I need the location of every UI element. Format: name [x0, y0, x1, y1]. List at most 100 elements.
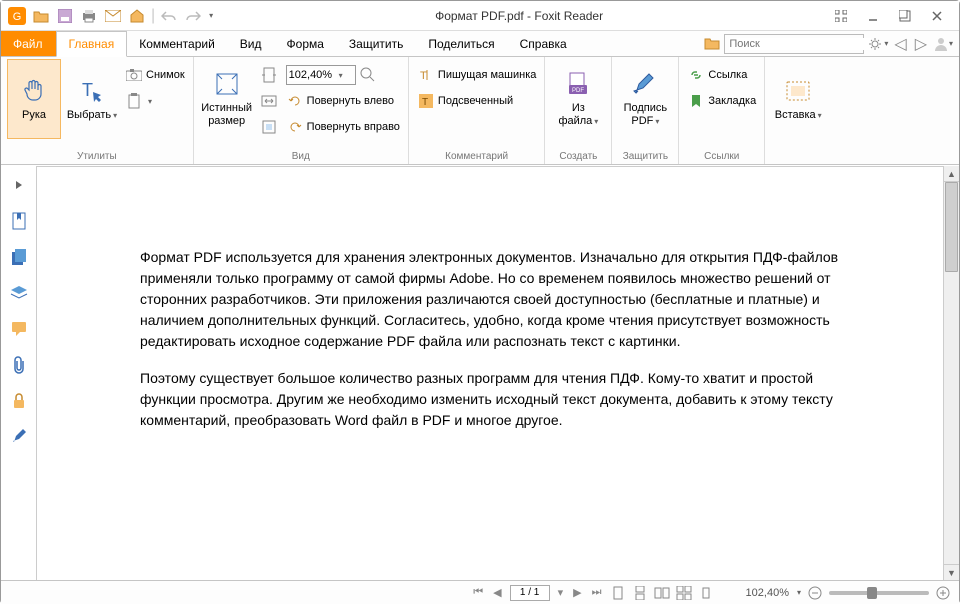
qat-dropdown-icon[interactable]: ▾ — [209, 11, 213, 20]
scroll-thumb[interactable] — [945, 182, 958, 272]
hand-tool-button[interactable]: Рука — [7, 59, 61, 139]
window-controls — [819, 6, 959, 26]
first-page-icon[interactable]: ⏮ — [471, 586, 485, 599]
fit-width-icon — [260, 92, 278, 110]
ribbon-expand-icon[interactable] — [829, 6, 853, 26]
document-area: Формат PDF используется для хранения эле… — [1, 166, 959, 580]
prev-page-icon[interactable]: ◀ — [491, 586, 503, 599]
prev-result-icon[interactable]: ◁ — [892, 34, 908, 54]
typewriter-button[interactable]: TПишущая машинка — [415, 63, 538, 87]
actual-size-button[interactable]: Истинный размер — [200, 59, 254, 139]
tab-help[interactable]: Справка — [508, 31, 580, 56]
rotate-right-button[interactable]: Повернуть вправо — [284, 115, 402, 139]
highlight-button[interactable]: TПодсвеченный — [415, 89, 538, 113]
scroll-down-icon[interactable]: ▼ — [944, 564, 959, 580]
minimize-icon[interactable] — [861, 6, 885, 26]
save-icon[interactable] — [55, 6, 75, 26]
fit-page-button[interactable] — [258, 63, 280, 87]
vertical-scrollbar[interactable]: ▲ ▼ — [943, 166, 959, 580]
zoom-dropdown-icon[interactable]: ▾ — [797, 588, 801, 597]
svg-text:T: T — [82, 80, 93, 100]
zoom-input[interactable]: ▾ — [286, 65, 356, 85]
attachments-panel-icon[interactable] — [8, 354, 30, 376]
ribbon: Рука T Выбрать▾ Снимок ▾ Утилиты Истинны… — [1, 57, 959, 165]
actual-size-icon — [213, 70, 241, 98]
page-content: Формат PDF используется для хранения эле… — [110, 167, 870, 477]
layers-panel-icon[interactable] — [8, 282, 30, 304]
group-tools: Рука T Выбрать▾ Снимок ▾ Утилиты — [1, 57, 194, 164]
signatures-panel-icon[interactable] — [8, 426, 30, 448]
find-folder-icon[interactable] — [704, 36, 720, 52]
tab-form[interactable]: Форма — [275, 31, 337, 56]
zoom-slider[interactable] — [829, 591, 929, 595]
print-icon[interactable] — [79, 6, 99, 26]
continuous-facing-icon[interactable] — [676, 585, 692, 601]
mail-icon[interactable] — [103, 6, 123, 26]
zoom-out-icon[interactable] — [807, 585, 823, 601]
tab-comment[interactable]: Комментарий — [127, 31, 228, 56]
typewriter-icon: T — [417, 66, 435, 84]
close-icon[interactable] — [925, 6, 949, 26]
link-button[interactable]: Ссылка — [685, 63, 758, 87]
hand-icon — [20, 77, 48, 105]
pdf-sign-button[interactable]: Подпись PDF▾ — [618, 59, 672, 139]
tab-view[interactable]: Вид — [228, 31, 275, 56]
single-page-icon[interactable] — [610, 585, 626, 601]
tab-home[interactable]: Главная — [56, 31, 128, 57]
redo-icon[interactable] — [183, 6, 203, 26]
app-icon[interactable]: G — [7, 6, 27, 26]
clipboard-button[interactable]: ▾ — [123, 89, 187, 113]
bookmark-icon — [687, 92, 705, 110]
tab-share[interactable]: Поделиться — [416, 31, 507, 56]
side-panel — [1, 166, 37, 580]
continuous-icon[interactable] — [632, 585, 648, 601]
bookmark-button[interactable]: Закладка — [685, 89, 758, 113]
scroll-up-icon[interactable]: ▲ — [944, 166, 959, 182]
maximize-icon[interactable] — [893, 6, 917, 26]
bookmarks-panel-icon[interactable] — [8, 210, 30, 232]
facing-icon[interactable] — [654, 585, 670, 601]
fit-visible-icon — [260, 118, 278, 136]
group-links: Ссылка Закладка Ссылки — [679, 57, 765, 164]
user-icon[interactable]: ▾ — [933, 34, 953, 54]
svg-text:G: G — [13, 11, 22, 23]
next-result-icon[interactable]: ▷ — [913, 34, 929, 54]
document-viewport[interactable]: Формат PDF используется для хранения эле… — [37, 166, 943, 580]
quick-access-toolbar: G | ▾ — [1, 6, 219, 26]
panel-toggle-icon[interactable] — [8, 174, 30, 196]
zoom-slider-handle[interactable] — [867, 587, 877, 599]
rotate-right-icon — [286, 118, 304, 136]
last-page-icon[interactable]: ⏭ — [590, 586, 604, 599]
fit-visible-button[interactable] — [258, 115, 280, 139]
from-file-button[interactable]: PDF Из файла▾ — [551, 59, 605, 139]
home-icon[interactable] — [127, 6, 147, 26]
search-field[interactable] — [729, 38, 871, 50]
open-icon[interactable] — [31, 6, 51, 26]
select-tool-button[interactable]: T Выбрать▾ — [65, 59, 119, 139]
zoom-in-icon[interactable] — [935, 585, 951, 601]
titlebar: G | ▾ Формат PDF.pdf - Foxit Reader — [1, 1, 959, 31]
rotate-left-icon — [286, 92, 304, 110]
camera-icon — [125, 66, 143, 84]
comments-panel-icon[interactable] — [8, 318, 30, 340]
snapshot-button[interactable]: Снимок — [123, 63, 187, 87]
statusbar: ⏮ ◀ ▾ ▶ ⏭ 102,40%▾ — [1, 580, 959, 604]
security-panel-icon[interactable] — [8, 390, 30, 412]
insert-button[interactable]: Вставка▾ — [771, 59, 825, 139]
next-page-icon[interactable]: ▶ — [571, 586, 583, 599]
undo-icon[interactable] — [159, 6, 179, 26]
page-number-input[interactable] — [510, 585, 550, 601]
zoom-marquee-icon[interactable] — [359, 66, 377, 84]
group-comment: TПишущая машинка TПодсвеченный Комментар… — [409, 57, 545, 164]
tab-protect[interactable]: Защитить — [337, 31, 416, 56]
gear-icon[interactable]: ▾ — [868, 34, 888, 54]
search-input[interactable] — [724, 34, 864, 54]
rotate-left-button[interactable]: Повернуть влево — [284, 89, 402, 113]
page-dropdown-icon[interactable]: ▾ — [556, 586, 566, 599]
pages-panel-icon[interactable] — [8, 246, 30, 268]
fit-width-button[interactable] — [258, 89, 280, 113]
ribbon-tabs: Файл Главная Комментарий Вид Форма Защит… — [1, 31, 959, 57]
group-protect: Подпись PDF▾ Защитить — [612, 57, 679, 164]
tab-file[interactable]: Файл — [1, 31, 56, 56]
show-cover-icon[interactable] — [698, 585, 714, 601]
